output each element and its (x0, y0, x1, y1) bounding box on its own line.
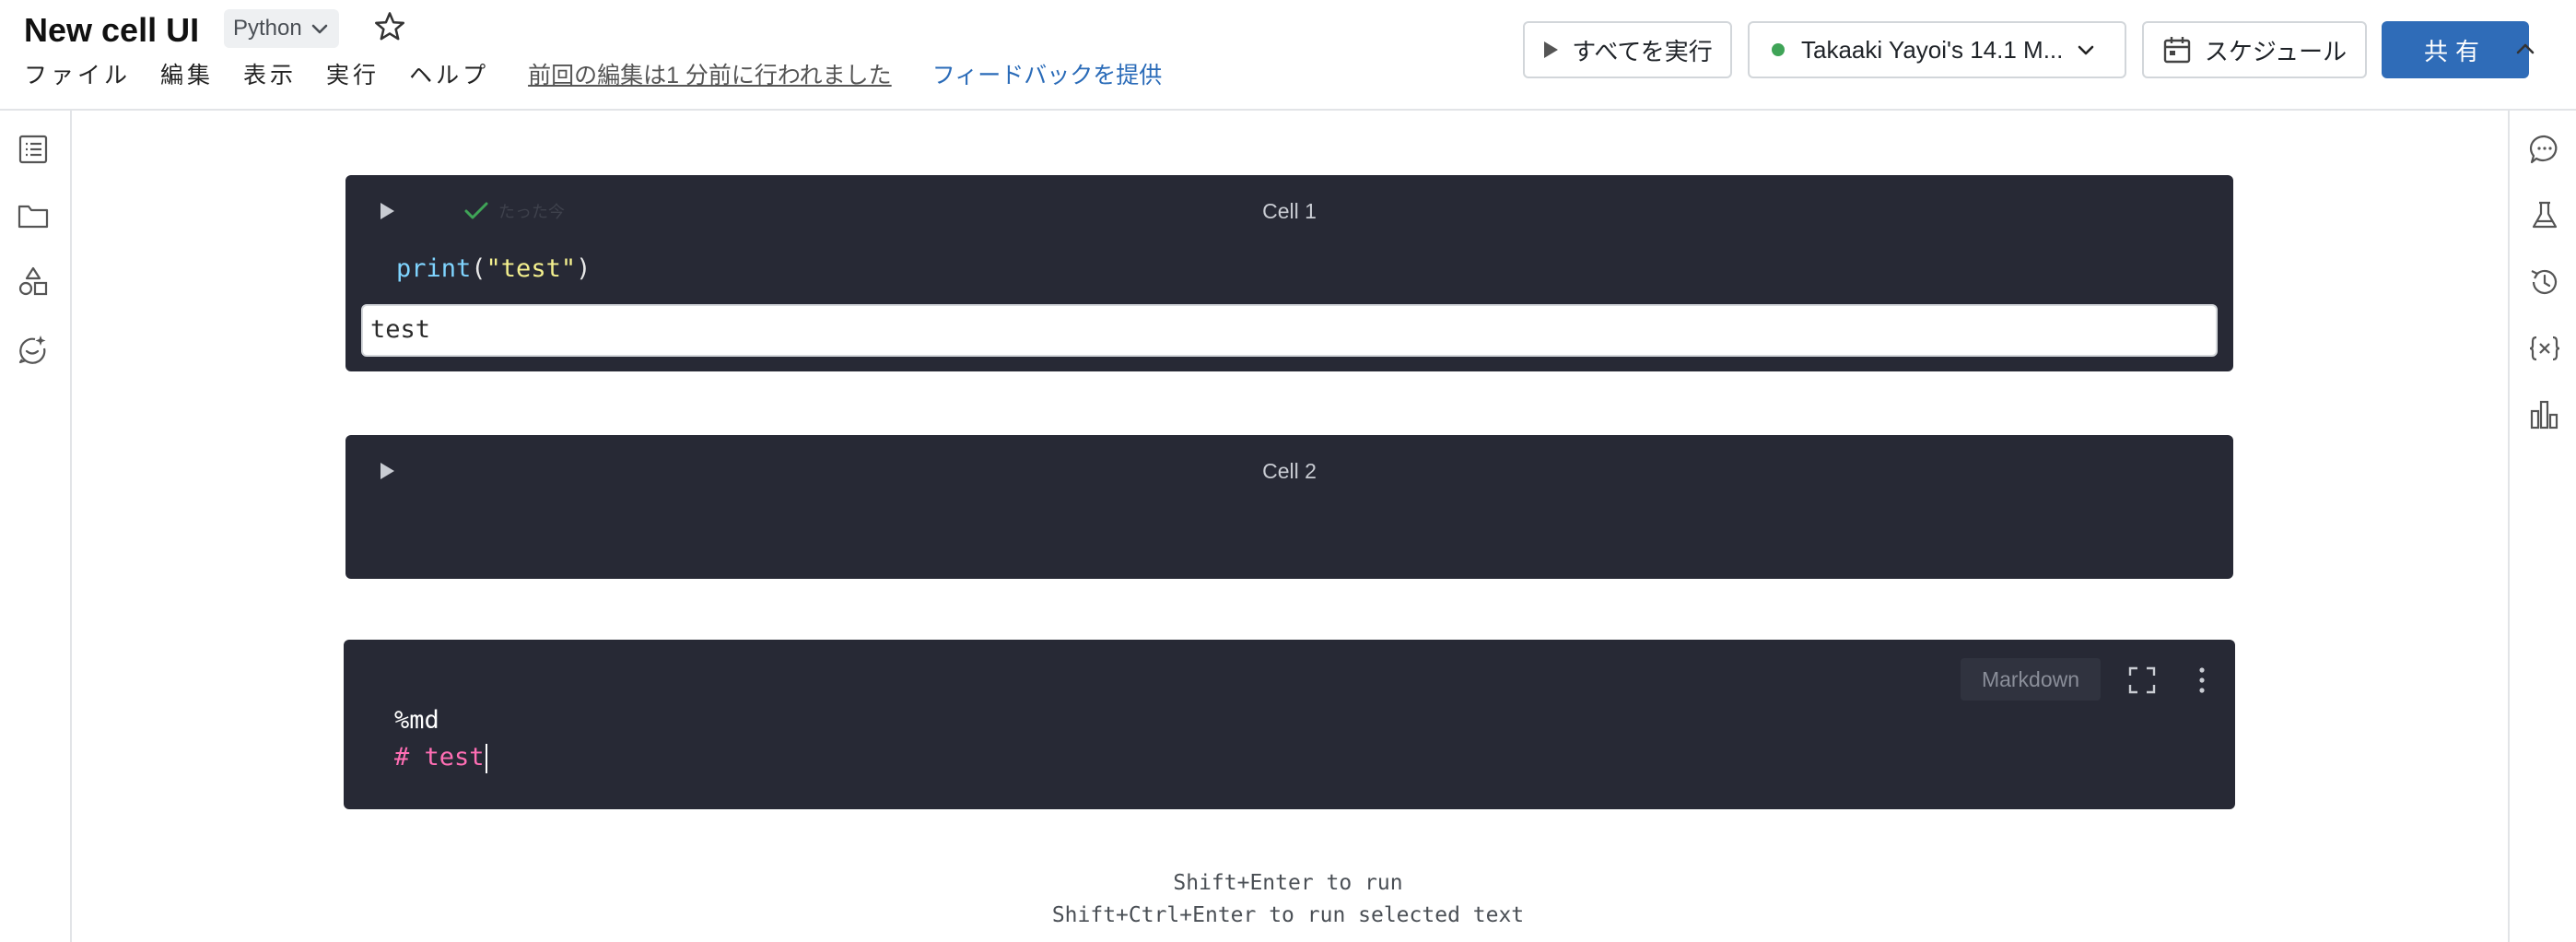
run-all-label: すべてを実行 (1572, 37, 1713, 65)
text-cursor (485, 743, 487, 773)
code-editor[interactable] (396, 509, 2147, 555)
cluster-name: Takaaki Yayoi's 14.1 M... (1801, 35, 2064, 64)
code-markdown-line: # test (394, 743, 485, 771)
run-selected-hint: Shift+Ctrl+Enter to run selected text (1051, 903, 1525, 927)
chevron-down-icon (2078, 45, 2094, 55)
comments-icon[interactable] (2528, 133, 2561, 166)
code-token-function: print (396, 254, 472, 283)
experiment-icon[interactable] (2528, 199, 2561, 232)
calendar-icon (2163, 37, 2191, 64)
menu-view[interactable]: 表示 (243, 57, 297, 90)
cell-language-badge[interactable]: Markdown (1961, 658, 2101, 701)
run-all-button[interactable]: すべてを実行 (1523, 21, 1732, 78)
menu-file[interactable]: ファイル (24, 57, 131, 90)
chevron-up-icon[interactable] (2512, 35, 2539, 63)
code-token-paren: ( (471, 254, 486, 283)
data-profile-icon[interactable] (2528, 398, 2561, 431)
feedback-link[interactable]: フィードバックを提供 (932, 57, 1163, 90)
history-icon[interactable] (2528, 265, 2561, 299)
more-options-icon[interactable] (2186, 665, 2218, 696)
code-cell-2[interactable]: Cell 2 (345, 435, 2233, 579)
right-sidebar (2508, 111, 2576, 942)
menu-help[interactable]: ヘルプ (409, 57, 489, 90)
assistant-icon[interactable] (17, 332, 50, 365)
chevron-down-icon (311, 24, 328, 34)
folder-icon[interactable] (17, 199, 50, 232)
expand-icon[interactable] (2126, 665, 2158, 696)
table-of-contents-icon[interactable] (17, 133, 50, 166)
menu-bar: ファイル 編集 表示 実行 ヘルプ 前回の編集は1 分前に行われました フィード… (24, 57, 1162, 90)
cell-title[interactable]: Cell 2 (345, 459, 2233, 484)
notebook-header: New cell UI Python ファイル 編集 表示 実行 ヘルプ 前回の… (0, 0, 2576, 111)
schedule-label: スケジュール (2204, 37, 2348, 65)
share-button[interactable]: 共有 (2382, 21, 2529, 78)
menu-edit[interactable]: 編集 (160, 57, 214, 90)
code-editor[interactable]: print("test") (396, 251, 591, 288)
shapes-icon[interactable] (17, 265, 50, 299)
schedule-button[interactable]: スケジュール (2142, 21, 2367, 78)
cell-output: test (361, 304, 2218, 357)
language-select[interactable]: Python (224, 9, 339, 48)
code-magic-line: %md (394, 706, 439, 735)
menu-run[interactable]: 実行 (326, 57, 380, 90)
code-editor[interactable]: %md # test (394, 702, 487, 776)
language-label: Python (233, 16, 302, 41)
code-cell-1[interactable]: たった今 Cell 1 print("test") test (345, 175, 2233, 371)
cluster-status-dot (1772, 43, 1785, 56)
play-icon (1544, 41, 1559, 58)
notebook-title[interactable]: New cell UI (24, 11, 199, 50)
run-hint: Shift+Enter to run (1173, 871, 1403, 895)
cluster-select[interactable]: Takaaki Yayoi's 14.1 M... (1748, 21, 2126, 78)
left-sidebar (0, 111, 72, 942)
star-icon[interactable] (372, 9, 407, 44)
code-token-string: "test" (486, 254, 577, 283)
markdown-cell[interactable]: Markdown %md # test (344, 640, 2235, 809)
code-token-paren: ) (576, 254, 591, 283)
last-edit-link[interactable]: 前回の編集は1 分前に行われました (528, 57, 892, 90)
cell-title[interactable]: Cell 1 (345, 199, 2233, 224)
variables-icon[interactable] (2528, 332, 2561, 365)
